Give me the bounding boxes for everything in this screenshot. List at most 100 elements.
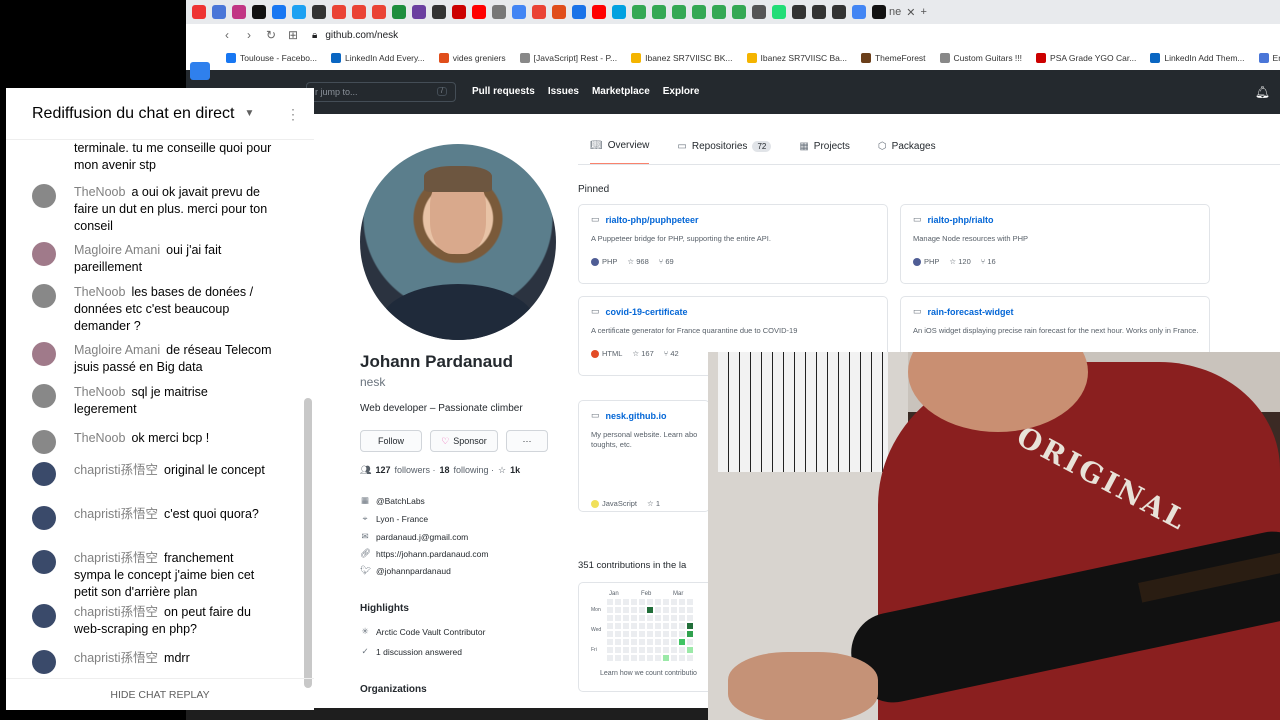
pinned-repo-card[interactable]: ▭ rialto-php/puphpeteer A Puppeteer bridge…: [578, 204, 888, 284]
contribution-day[interactable]: [623, 607, 629, 613]
contribution-day[interactable]: [655, 607, 661, 613]
contribution-day[interactable]: [671, 623, 677, 629]
avatar[interactable]: [32, 430, 56, 454]
maps-icon[interactable]: [672, 5, 686, 19]
contribution-day[interactable]: [655, 623, 661, 629]
contribution-day[interactable]: [607, 623, 613, 629]
bookmark-item[interactable]: PSA Grade YGO Car...: [1036, 53, 1136, 63]
contribution-day[interactable]: [615, 607, 621, 613]
twitter-info[interactable]: 🐦︎ @johannpardanaud: [360, 565, 451, 576]
gmail-icon[interactable]: [372, 5, 386, 19]
pinned-repo-card[interactable]: ▭ nesk.github.io My personal website. Lear…: [578, 400, 710, 512]
contribution-day[interactable]: [679, 607, 685, 613]
contribution-day[interactable]: [687, 599, 693, 605]
sheets-icon[interactable]: [392, 5, 406, 19]
twitter-icon[interactable]: [292, 5, 306, 19]
facebook-icon[interactable]: [272, 5, 286, 19]
app-icon[interactable]: [190, 62, 210, 80]
bookmark-item[interactable]: Ibanez SR7VIISC Ba...: [746, 53, 847, 63]
contribution-day[interactable]: [663, 599, 669, 605]
contribution-day[interactable]: [631, 655, 637, 661]
bookmark-item[interactable]: vides greniers: [438, 53, 506, 63]
contribution-day[interactable]: [631, 623, 637, 629]
contribution-day[interactable]: [639, 599, 645, 605]
maps-icon[interactable]: [692, 5, 706, 19]
bookmark-item[interactable]: Toulouse - Facebo...: [226, 53, 317, 63]
repo-stars[interactable]: ☆ 120: [949, 257, 970, 266]
repo-title[interactable]: ▭ rain-forecast-widget: [913, 306, 1014, 317]
amazon-icon[interactable]: [832, 5, 846, 19]
website-info[interactable]: 🔗︎ https://johann.pardanaud.com: [360, 548, 488, 559]
repo-name[interactable]: rialto-php/rialto: [928, 215, 994, 225]
contribution-day[interactable]: [615, 655, 621, 661]
contribution-day[interactable]: [655, 599, 661, 605]
contribution-day[interactable]: [671, 655, 677, 661]
hide-chat-button[interactable]: HIDE CHAT REPLAY: [6, 678, 314, 710]
following-label[interactable]: following ·: [454, 465, 495, 476]
avatar[interactable]: [32, 550, 56, 574]
tiktok-icon[interactable]: [252, 5, 266, 19]
repo-title[interactable]: ▭ rialto-php/rialto: [913, 214, 994, 225]
contribution-day[interactable]: [671, 639, 677, 645]
bookmark-item[interactable]: Entreprises / Soc: [1258, 53, 1280, 63]
contribution-day[interactable]: [687, 655, 693, 661]
avatar[interactable]: [32, 242, 56, 266]
nav-link-explore[interactable]: Explore: [663, 86, 700, 97]
contribution-day[interactable]: [663, 607, 669, 613]
repo-name[interactable]: nesk.github.io: [606, 411, 667, 421]
avatar[interactable]: [32, 650, 56, 674]
contribution-day[interactable]: [615, 639, 621, 645]
notification-icon[interactable]: 🔔︎: [1255, 85, 1270, 99]
amazon-icon[interactable]: [812, 5, 826, 19]
contribution-day[interactable]: [679, 623, 685, 629]
contribution-day[interactable]: [607, 607, 613, 613]
contribution-day[interactable]: [671, 631, 677, 637]
tab-icon[interactable]: [552, 5, 566, 19]
tab-packages[interactable]: ⬡ Packages: [878, 140, 936, 165]
bookmark-item[interactable]: Custom Guitars !!!: [939, 53, 1022, 63]
youtube-icon[interactable]: [472, 5, 486, 19]
repo-title[interactable]: ▭ rialto-php/puphpeteer: [591, 214, 699, 225]
contribution-day[interactable]: [639, 607, 645, 613]
tab-icon[interactable]: [432, 5, 446, 19]
contribution-day[interactable]: [623, 615, 629, 621]
back-icon[interactable]: ‹: [216, 28, 238, 42]
message-author[interactable]: chapristi孫悟空: [74, 551, 158, 565]
followers-label[interactable]: followers ·: [394, 465, 435, 476]
contribution-day[interactable]: [671, 607, 677, 613]
message-author[interactable]: Magloire Amani: [74, 343, 160, 357]
more-button[interactable]: ···: [506, 430, 548, 452]
contribution-day[interactable]: [607, 631, 613, 637]
contribution-day[interactable]: [647, 623, 653, 629]
search-input[interactable]: r jump to... /: [306, 82, 456, 102]
message-author[interactable]: chapristi孫悟空: [74, 507, 158, 521]
contribution-day[interactable]: [647, 639, 653, 645]
nav-link-issues[interactable]: Issues: [548, 86, 579, 97]
contribution-day[interactable]: [615, 623, 621, 629]
contribution-day[interactable]: [631, 599, 637, 605]
contribution-day[interactable]: [647, 647, 653, 653]
contribution-day[interactable]: [639, 631, 645, 637]
repo-forks[interactable]: ⑂ 69: [659, 257, 674, 266]
repo-name[interactable]: covid-19-certificate: [606, 307, 688, 317]
repo-title[interactable]: ▭ nesk.github.io: [591, 410, 667, 421]
contribution-day[interactable]: [639, 647, 645, 653]
tab-icon[interactable]: [212, 5, 226, 19]
highlight-discussion[interactable]: ✓ 1 discussion answered: [360, 646, 462, 657]
instagram-icon[interactable]: [232, 5, 246, 19]
opera-icon[interactable]: [192, 5, 206, 19]
gmail-icon[interactable]: [352, 5, 366, 19]
sponsor-button[interactable]: ♡ Sponsor: [430, 430, 498, 452]
avatar[interactable]: [360, 144, 556, 340]
contribution-day[interactable]: [655, 655, 661, 661]
new-tab-icon[interactable]: +: [920, 6, 926, 18]
bookmark-item[interactable]: LinkedIn Add Every...: [331, 53, 425, 63]
contribution-day[interactable]: [607, 615, 613, 621]
contribution-day[interactable]: [615, 615, 621, 621]
maps-icon[interactable]: [732, 5, 746, 19]
github-icon[interactable]: [872, 5, 886, 19]
contribution-day[interactable]: [647, 655, 653, 661]
contribution-day[interactable]: [615, 599, 621, 605]
avatar[interactable]: [32, 184, 56, 208]
bookmark-item[interactable]: Ibanez SR7VIISC BK...: [631, 53, 733, 63]
